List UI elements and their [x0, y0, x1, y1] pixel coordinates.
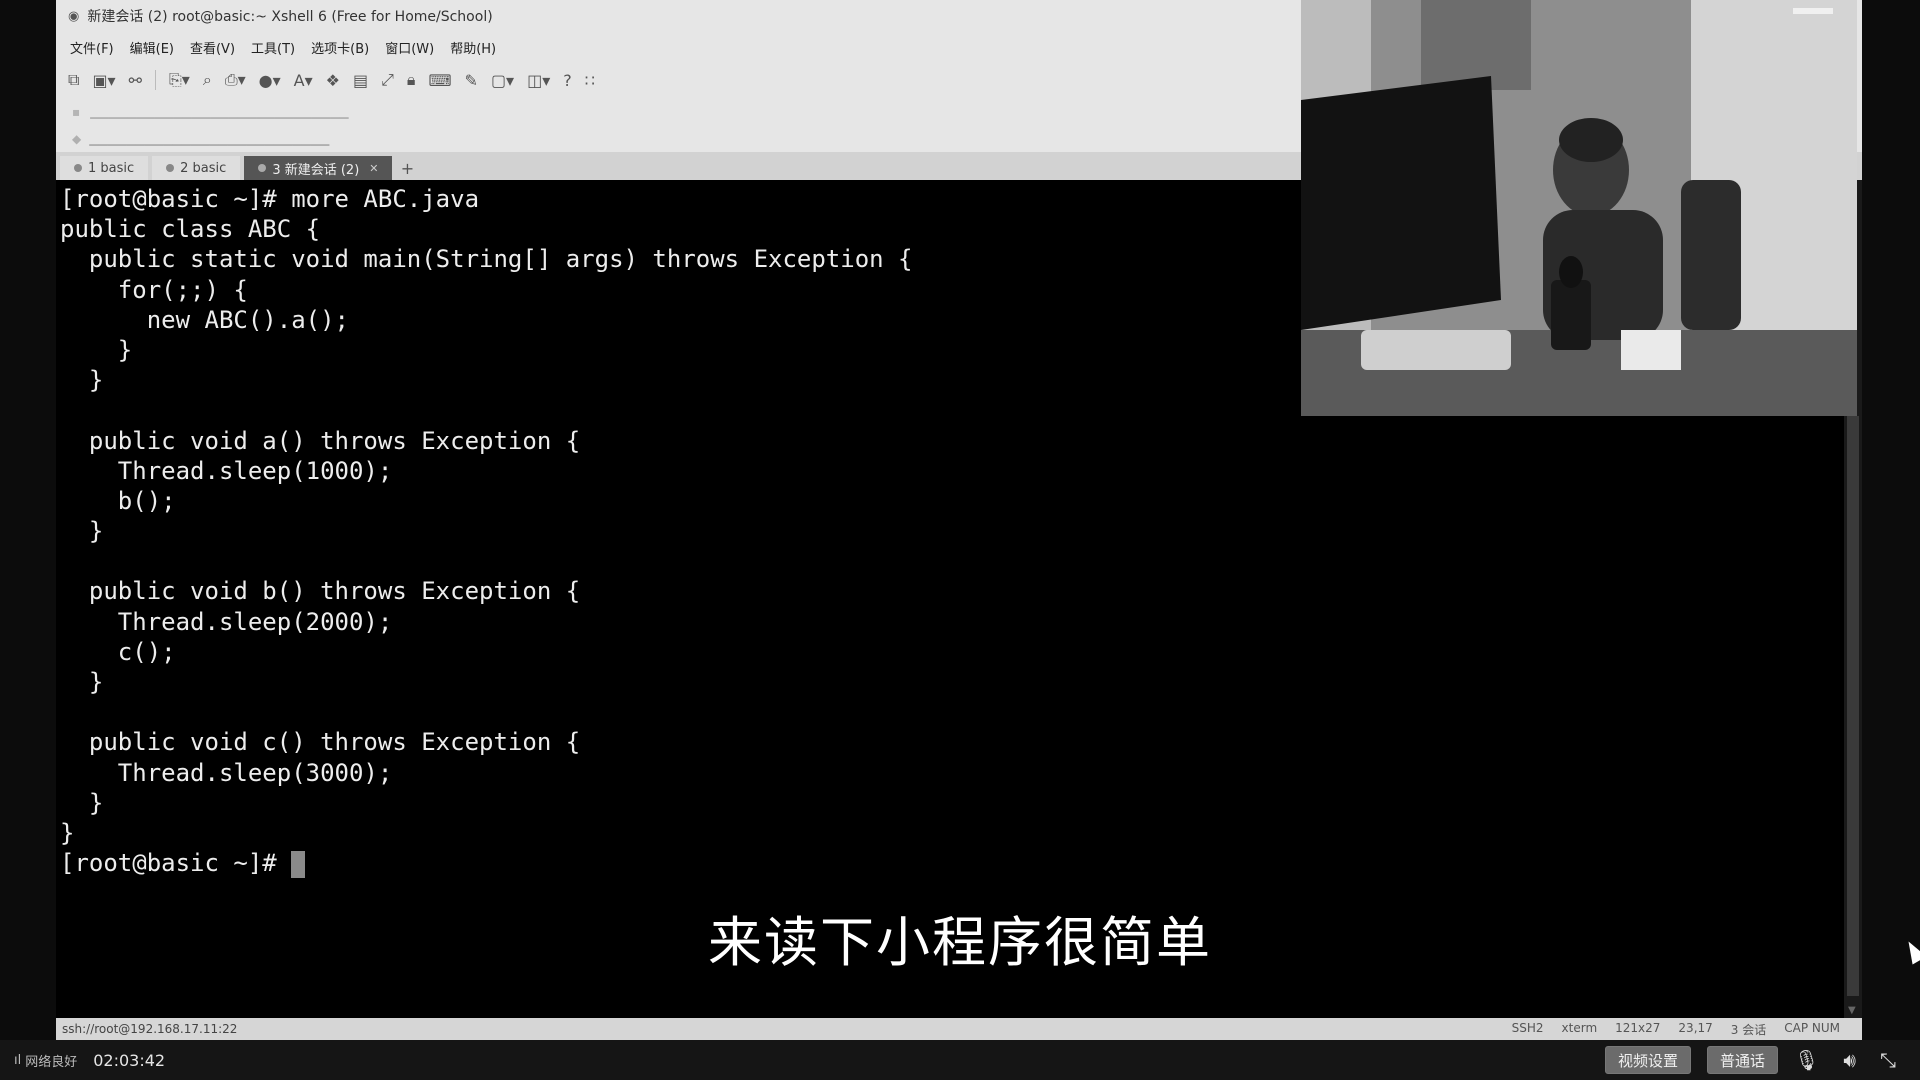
tab-status-icon: [258, 164, 267, 172]
status-cursor-position: 23,17: [1678, 1020, 1713, 1035]
volume-icon[interactable]: 🔊︎: [1843, 1048, 1856, 1072]
terminal-line: Thread.sleep(2000);: [60, 607, 393, 636]
terminal-line: }: [60, 517, 104, 546]
terminal-line: Thread.sleep(3000);: [60, 758, 393, 787]
layout-icon[interactable]: ◫▾: [527, 71, 550, 90]
terminal-line: public void b() throws Exception {: [60, 577, 581, 606]
window-title: 新建会话 (2) root@basic:~ Xshell 6 (Free for…: [87, 9, 493, 25]
copy-icon[interactable]: ⎘▾: [169, 70, 190, 90]
more-icon[interactable]: ∷: [585, 71, 595, 90]
terminal-line: Thread.sleep(1000);: [60, 456, 393, 485]
menu-edit[interactable]: 编辑(E): [130, 38, 174, 57]
address-field[interactable]: ▁▁▁▁▁▁▁▁▁▁▁▁▁▁▁▁▁▁▁▁▁▁▁▁▁▁▁▁: [90, 105, 348, 119]
tab-close-icon[interactable]: ✕: [369, 162, 378, 175]
tab-status-icon: [166, 164, 175, 172]
color-scheme-icon[interactable]: ●▾: [259, 71, 281, 90]
terminal-prompt-line[interactable]: [root@basic ~]#: [60, 848, 1844, 878]
terminal-line: b();: [60, 486, 176, 515]
find-icon[interactable]: ⌕: [203, 70, 212, 90]
video-settings-button[interactable]: 视频设置: [1604, 1046, 1691, 1074]
signal-icon: ıl: [14, 1052, 22, 1068]
hint-text: ▁▁▁▁▁▁▁▁▁▁▁▁▁▁▁▁▁▁▁▁▁▁▁▁▁▁: [89, 132, 330, 146]
tab-label: 3 新建会话 (2): [272, 162, 360, 178]
fullscreen-exit-icon[interactable]: ⤡: [1880, 1048, 1896, 1072]
caption-language-button[interactable]: 普通话: [1706, 1046, 1778, 1074]
address-bookmark-icon: ▪: [72, 105, 81, 119]
connection-path: ssh://root@192.168.17.11:22: [62, 1022, 238, 1036]
tab-1-basic[interactable]: 1 basic: [60, 156, 149, 180]
terminal-line: public void c() throws Exception {: [60, 728, 581, 757]
keyboard-icon[interactable]: ⌨: [428, 71, 451, 90]
status-session-count: 3 会话: [1730, 1022, 1767, 1037]
fullscreen-icon[interactable]: ⤢: [381, 70, 394, 90]
script-icon[interactable]: ✎: [465, 71, 478, 90]
tab-status-icon: [74, 164, 82, 172]
tab-label: 1 basic: [88, 160, 135, 176]
status-terminal-size: 121x27: [1615, 1020, 1661, 1035]
terminal-cursor: [291, 850, 306, 878]
network-status: ıl 网络良好: [14, 1051, 77, 1070]
open-session-icon[interactable]: ▣▾: [92, 71, 115, 90]
xmanager-icon[interactable]: ▤: [353, 71, 368, 90]
new-tab-icon[interactable]: +: [396, 156, 418, 180]
status-lock-keys: CAP NUM: [1784, 1020, 1840, 1035]
hint-icon: ◆: [72, 132, 82, 146]
playback-time: 02:03:42: [93, 1050, 166, 1070]
terminal-line: }: [60, 788, 104, 817]
toolbar-separator: [155, 70, 156, 90]
status-indicators: SSH2 xterm 121x27 23,17 3 会话 CAP NUM: [1512, 1021, 1862, 1038]
menu-help[interactable]: 帮助(H): [450, 38, 496, 57]
video-subtitle: 来读下小程序很简单: [708, 911, 1212, 974]
shell-prompt: [root@basic ~]#: [60, 849, 292, 878]
status-terminal-type: xterm: [1561, 1020, 1598, 1035]
compose-icon[interactable]: ▢▾: [491, 71, 514, 90]
menu-view[interactable]: 查看(V): [190, 38, 235, 57]
help-icon[interactable]: ?: [563, 71, 572, 90]
tab-3-new-session[interactable]: 3 新建会话 (2) ✕: [244, 156, 393, 180]
terminal-line: c();: [60, 637, 176, 666]
disconnect-icon[interactable]: ⚯: [129, 71, 142, 90]
lock-icon[interactable]: 🔒︎: [407, 70, 416, 90]
scroll-down-icon[interactable]: ▼: [1848, 1005, 1856, 1016]
tab-2-basic[interactable]: 2 basic: [152, 156, 241, 180]
xshell-app-icon: ◉: [68, 8, 80, 24]
print-icon[interactable]: ⎙▾: [225, 70, 246, 90]
video-player-bar: ıl 网络良好 02:03:42 视频设置 普通话 🎙︎ 🔊︎ ⤡: [0, 1040, 1920, 1080]
status-bar: ssh://root@192.168.17.11:22 SSH2 xterm 1…: [56, 1018, 1862, 1040]
webcam-overlay: [1301, 0, 1857, 416]
menu-tools[interactable]: 工具(T): [251, 38, 295, 57]
new-session-icon[interactable]: ⧉: [68, 70, 79, 90]
webcam-presenter-image: [1301, 0, 1857, 416]
menu-file[interactable]: 文件(F): [70, 38, 114, 57]
menu-tabs[interactable]: 选项卡(B): [311, 38, 369, 57]
terminal-line: }: [60, 818, 75, 847]
network-label: 网络良好: [25, 1054, 78, 1070]
tab-label: 2 basic: [180, 160, 227, 176]
status-protocol: SSH2: [1511, 1020, 1544, 1035]
xftp-icon[interactable]: ❖: [326, 71, 340, 90]
menu-window[interactable]: 窗口(W): [385, 38, 434, 57]
microphone-icon[interactable]: 🎙︎: [1794, 1048, 1819, 1072]
font-icon[interactable]: A▾: [294, 71, 313, 90]
terminal-line: public void a() throws Exception {: [60, 426, 581, 455]
terminal-line: }: [60, 668, 104, 696]
